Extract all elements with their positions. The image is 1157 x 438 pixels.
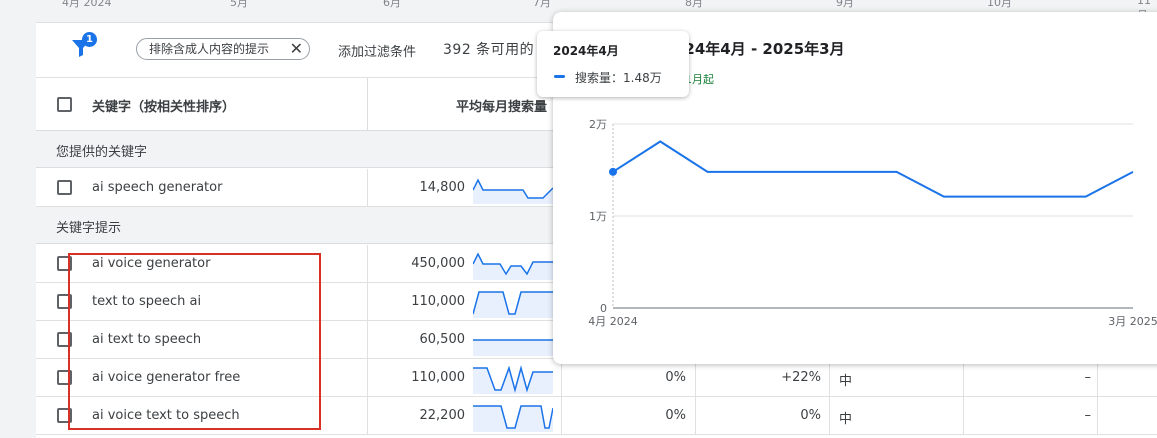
keyword-cell: text to speech ai xyxy=(92,294,202,309)
competition-index-cell: 0% xyxy=(665,370,686,385)
competition-cell: 中 xyxy=(839,412,853,427)
table-row[interactable]: ai voice generator free 110,000 0% +22% … xyxy=(36,359,1157,397)
group-label: 您提供的关键字 xyxy=(56,145,148,160)
column-divider xyxy=(1097,397,1098,435)
column-divider xyxy=(1097,359,1098,397)
column-divider xyxy=(367,359,368,397)
x-tick-label: 3月 2025 xyxy=(1108,315,1157,328)
timeline-label: 7月 xyxy=(533,0,551,9)
volume-cell: 450,000 xyxy=(411,256,465,271)
add-filter-button[interactable]: 添加过滤条件 xyxy=(338,41,416,60)
trend-sparkline[interactable] xyxy=(473,248,553,280)
tooltip-value: 搜索量：1.48万 xyxy=(575,71,662,85)
timeline-label: 5月 xyxy=(230,0,248,9)
tooltip-title: 2024年4月 xyxy=(553,44,619,58)
volume-cell: 110,000 xyxy=(411,370,465,385)
column-divider xyxy=(695,359,696,397)
avg-searches-column-header[interactable]: 平均每月搜索量 xyxy=(456,96,547,115)
competition-index-cell: 0% xyxy=(665,408,686,423)
competition-cell: 中 xyxy=(839,374,853,389)
column-divider xyxy=(561,397,562,435)
yoy-change-cell: +22% xyxy=(781,370,821,385)
group-label: 关键字提示 xyxy=(56,221,122,236)
column-divider xyxy=(367,283,368,321)
trend-sparkline[interactable] xyxy=(473,286,553,318)
column-divider xyxy=(963,397,964,435)
series-line xyxy=(612,140,1134,198)
filter-count-badge: 1 xyxy=(82,32,97,47)
column-divider xyxy=(367,245,368,283)
y-tick-label: 0 xyxy=(600,302,607,315)
close-icon[interactable]: ✕ xyxy=(290,39,303,59)
row-checkbox[interactable] xyxy=(57,256,72,271)
row-checkbox[interactable] xyxy=(57,294,72,309)
volume-cell: 110,000 xyxy=(411,294,465,309)
yoy-change-cell: 0% xyxy=(800,408,821,423)
keyword-cell: ai voice generator free xyxy=(92,370,241,385)
column-divider xyxy=(367,78,368,131)
series-legend-swatch xyxy=(554,75,565,78)
column-divider xyxy=(829,397,830,435)
column-divider xyxy=(963,359,964,397)
trend-sparkline[interactable] xyxy=(473,324,553,356)
bid-cell: – xyxy=(1084,408,1092,423)
timeline-label: 10月 xyxy=(987,0,1012,9)
column-divider xyxy=(367,397,368,435)
keyword-column-header[interactable]: 关键字（按相关性排序） xyxy=(92,96,235,115)
keyword-cell: ai voice text to speech xyxy=(92,408,240,423)
row-checkbox[interactable] xyxy=(57,408,72,423)
results-count: 392 条可用的 xyxy=(443,42,535,58)
filter-chip[interactable]: 排除含成人内容的提示 ✕ xyxy=(136,38,310,60)
y-tick-label: 2万 xyxy=(589,118,607,131)
column-divider xyxy=(367,321,368,359)
row-checkbox[interactable] xyxy=(57,332,72,347)
timeline-label: 9月 xyxy=(836,0,854,9)
filter-chip-label: 排除含成人内容的提示 xyxy=(149,42,270,56)
data-point xyxy=(609,167,617,176)
chart-tooltip: 2024年4月 搜索量：1.48万 xyxy=(537,31,689,97)
trend-sparkline[interactable] xyxy=(473,400,553,432)
select-all-checkbox[interactable] xyxy=(57,97,72,112)
bid-cell: – xyxy=(1084,370,1092,385)
volume-cell: 14,800 xyxy=(419,180,466,195)
volume-cell: 22,200 xyxy=(419,408,466,423)
row-checkbox[interactable] xyxy=(57,180,72,195)
table-row[interactable]: ai voice text to speech 22,200 0% 0% 中 – xyxy=(36,397,1157,435)
column-divider xyxy=(367,169,368,207)
keyword-cell: ai speech generator xyxy=(92,180,223,195)
column-divider xyxy=(695,397,696,435)
trend-sparkline[interactable] xyxy=(473,362,553,394)
row-checkbox[interactable] xyxy=(57,370,72,385)
keyword-cell: ai text to speech xyxy=(92,332,202,347)
x-tick-label: 4月 2024 xyxy=(588,315,638,328)
timeline-label: 8月 xyxy=(685,0,703,9)
column-divider xyxy=(829,359,830,397)
timeline-label: 6月 xyxy=(383,0,401,9)
keyword-cell: ai voice generator xyxy=(92,256,211,271)
y-tick-label: 1万 xyxy=(589,210,607,223)
column-divider xyxy=(561,359,562,397)
volume-cell: 60,500 xyxy=(419,332,466,347)
timeline-label: 4月 2024 xyxy=(62,0,112,9)
trend-sparkline[interactable] xyxy=(473,172,553,204)
